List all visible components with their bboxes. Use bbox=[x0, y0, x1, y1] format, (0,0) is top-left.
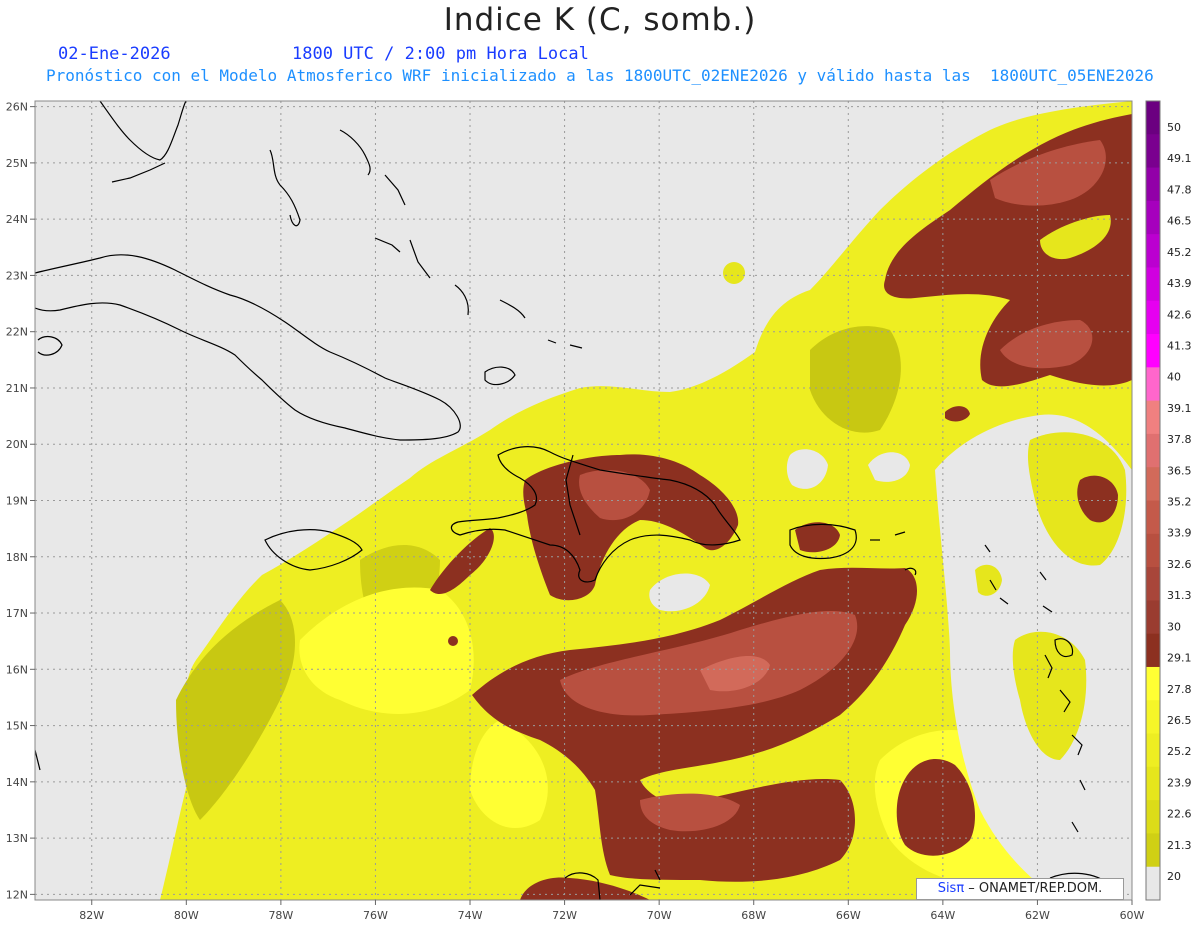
colorbar-swatch bbox=[1146, 367, 1160, 402]
lon-tick-label: 62W bbox=[1025, 909, 1050, 922]
colorbar-swatch bbox=[1146, 600, 1160, 635]
lat-tick-label: 18N bbox=[6, 551, 28, 564]
lon-tick-label: 80W bbox=[174, 909, 199, 922]
colorbar-swatch bbox=[1146, 733, 1160, 768]
lat-tick-label: 15N bbox=[6, 720, 28, 733]
lat-tick-label: 24N bbox=[6, 213, 28, 226]
colorbar-swatch bbox=[1146, 467, 1160, 501]
colorbar-label: 49.1 bbox=[1167, 152, 1192, 165]
lat-tick-label: 13N bbox=[6, 832, 28, 845]
colorbar-label: 25.2 bbox=[1167, 745, 1192, 758]
lon-tick-label: 66W bbox=[836, 909, 861, 922]
colorbar-label: 30 bbox=[1167, 620, 1181, 633]
colorbar-swatch bbox=[1146, 200, 1160, 235]
colorbar-swatch bbox=[1146, 666, 1160, 701]
colorbar-swatch bbox=[1146, 167, 1160, 202]
colorbar-label: 37.8 bbox=[1167, 433, 1192, 446]
colorbar-swatch bbox=[1146, 101, 1160, 135]
colorbar-swatch bbox=[1146, 633, 1160, 668]
colorbar-swatch bbox=[1146, 334, 1160, 368]
lat-tick-label: 25N bbox=[6, 157, 28, 170]
brand-logo-text: Sisπ bbox=[937, 881, 965, 896]
colorbar-label: 45.2 bbox=[1167, 246, 1192, 259]
colorbar-swatch bbox=[1146, 267, 1160, 302]
colorbar-label: 22.6 bbox=[1167, 808, 1192, 821]
lon-tick-label: 64W bbox=[930, 909, 955, 922]
colorbar-label: 42.6 bbox=[1167, 308, 1192, 321]
credit-org: – ONAMET/REP.DOM. bbox=[964, 881, 1103, 896]
colorbar-label: 43.9 bbox=[1167, 277, 1192, 290]
lon-ticks: 82W 80W 78W 76W 74W 72W 70W 68W 66W 64W 62W 60W bbox=[79, 900, 1145, 922]
colorbar-label: 35.2 bbox=[1167, 496, 1192, 509]
lon-tick-label: 76W bbox=[363, 909, 388, 922]
k-region-20-30 bbox=[723, 262, 745, 284]
lon-tick-label: 82W bbox=[79, 909, 104, 922]
colorbar-label: 31.3 bbox=[1167, 589, 1192, 602]
colorbar-label: 50 bbox=[1167, 121, 1181, 134]
lon-tick-label: 78W bbox=[268, 909, 293, 922]
colorbar-label: 26.5 bbox=[1167, 714, 1192, 727]
colorbar-swatch bbox=[1146, 866, 1160, 900]
colorbar-swatch bbox=[1146, 766, 1160, 801]
colorbar-label: 29.1 bbox=[1167, 652, 1192, 665]
lon-tick-label: 60W bbox=[1120, 909, 1145, 922]
colorbar: 50 49.1 47.8 46.5 45.2 43.9 42.6 41.3 40 39.1 37.8… bbox=[1145, 100, 1192, 901]
colorbar-swatch bbox=[1146, 567, 1160, 601]
colorbar-label: 21.3 bbox=[1167, 839, 1192, 852]
lat-tick-label: 23N bbox=[6, 269, 28, 282]
colorbar-swatch bbox=[1146, 300, 1160, 335]
lat-tick-label: 26N bbox=[6, 101, 28, 114]
colorbar-swatch bbox=[1146, 833, 1160, 868]
lat-tick-label: 22N bbox=[6, 326, 28, 339]
lat-tick-label: 17N bbox=[6, 607, 28, 620]
lon-tick-label: 68W bbox=[741, 909, 766, 922]
credit-box: Sisπ – ONAMET/REP.DOM. bbox=[916, 878, 1124, 900]
colorbar-swatch bbox=[1146, 800, 1160, 834]
colorbar-swatch bbox=[1146, 234, 1160, 268]
colorbar-swatch bbox=[1146, 700, 1160, 735]
lat-tick-label: 12N bbox=[6, 888, 28, 901]
colorbar-label: 27.8 bbox=[1167, 683, 1192, 696]
lat-tick-label: 16N bbox=[6, 663, 28, 676]
lat-tick-label: 19N bbox=[6, 495, 28, 508]
lon-tick-label: 72W bbox=[552, 909, 577, 922]
k-region-30-plus bbox=[448, 636, 458, 646]
lat-ticks: 26N 25N 24N 23N 22N 21N 20N 19N 18N 17N 16N 15N 14N 1… bbox=[6, 101, 35, 901]
colorbar-swatch bbox=[1146, 433, 1160, 468]
colorbar-swatch bbox=[1146, 400, 1160, 435]
lat-tick-label: 20N bbox=[6, 438, 28, 451]
colorbar-label: 20 bbox=[1167, 870, 1181, 883]
colorbar-label: 33.9 bbox=[1167, 527, 1192, 540]
colorbar-label: 23.9 bbox=[1167, 776, 1192, 789]
colorbar-label: 46.5 bbox=[1167, 215, 1192, 228]
colorbar-label: 36.5 bbox=[1167, 464, 1192, 477]
colorbar-label: 39.1 bbox=[1167, 402, 1192, 415]
colorbar-label: 47.8 bbox=[1167, 183, 1192, 196]
lat-tick-label: 21N bbox=[6, 382, 28, 395]
colorbar-label: 32.6 bbox=[1167, 558, 1192, 571]
colorbar-swatch bbox=[1146, 533, 1160, 568]
lon-tick-label: 74W bbox=[458, 909, 483, 922]
colorbar-label: 41.3 bbox=[1167, 339, 1192, 352]
colorbar-swatch bbox=[1146, 500, 1160, 535]
colorbar-label: 40 bbox=[1167, 371, 1181, 384]
colorbar-swatch bbox=[1146, 134, 1160, 169]
lon-tick-label: 70W bbox=[647, 909, 672, 922]
map-figure: 82W 80W 78W 76W 74W 72W 70W 68W 66W 64W 62W 60W 26N… bbox=[6, 100, 1192, 922]
lat-tick-label: 14N bbox=[6, 776, 28, 789]
